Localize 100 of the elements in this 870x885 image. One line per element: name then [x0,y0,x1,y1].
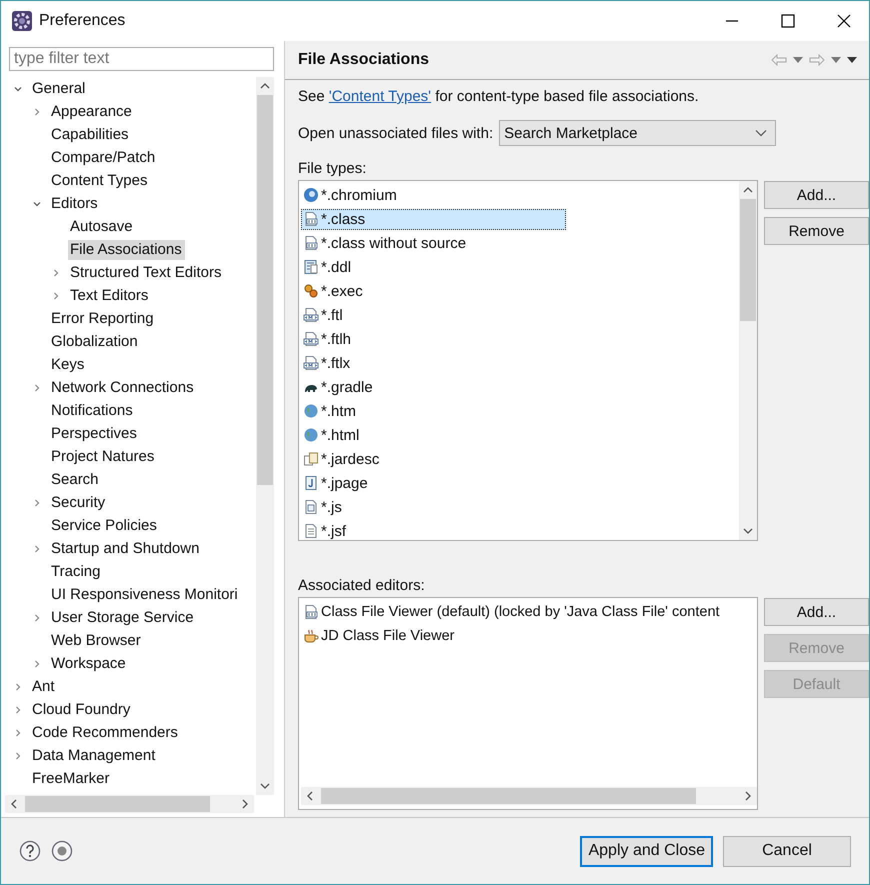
globe-icon [303,187,319,203]
tree-item[interactable]: Editors [49,194,101,214]
tree-item[interactable]: Notifications [49,400,136,420]
editor-item[interactable]: JD Class File Viewer [301,626,456,646]
binary-file-icon [303,604,319,620]
expand-chevron-icon[interactable] [32,544,42,554]
expand-chevron-icon[interactable] [32,498,42,508]
file-type-item[interactable]: *.jardesc [301,448,392,470]
file-type-item[interactable]: *.gradle [301,376,386,398]
forward-arrow-icon[interactable] [809,54,825,66]
associated-editors-label: Associated editors: [298,577,426,596]
dialog-button[interactable]: Cancel [723,836,851,866]
template-file-icon [303,355,319,371]
chevron-down-icon [755,129,768,137]
tree-item[interactable]: Keys [49,354,88,374]
dialog-button[interactable]: Apply and Close [580,836,713,866]
tree-item[interactable]: Tracing [49,562,104,582]
tree-item[interactable]: Text Editors [68,286,152,306]
file-type-button[interactable]: Remove [764,217,869,245]
tree-item[interactable]: Compare/Patch [49,148,158,168]
tree-item[interactable]: User Storage Service [49,608,197,628]
tree-item[interactable]: UI Responsiveness Monitori [49,584,241,604]
expand-chevron-icon[interactable] [51,290,61,300]
tree-item[interactable]: Project Natures [49,446,158,466]
tree-item[interactable]: Data Management [30,746,158,766]
template-file-icon [303,331,319,347]
tree-item[interactable]: Cloud Foundry [30,700,134,720]
tree-item[interactable]: Structured Text Editors [68,262,224,282]
file-type-item[interactable]: *.ftlh [301,328,364,350]
file-type-item[interactable]: *.htm [301,400,370,422]
window-title: Preferences [39,12,126,30]
scrollbar[interactable] [739,181,757,540]
file-type-item[interactable]: *.ftl [301,304,356,326]
file-type-button[interactable]: Add... [764,181,869,209]
tree-item[interactable]: Capabilities [49,124,132,144]
page-title: File Associations [298,51,429,69]
scrollbar[interactable] [301,787,757,805]
open-with-dropdown[interactable]: Search Marketplace [499,120,776,146]
file-type-item[interactable]: *.ddl [301,256,364,278]
scrollbar[interactable] [256,77,274,795]
tree-item[interactable]: Startup and Shutdown [49,538,202,558]
file-type-item[interactable]: *.exec [301,280,376,302]
expand-chevron-icon[interactable] [32,612,42,622]
maximize-icon[interactable] [781,14,795,28]
tree-item[interactable]: Ant [30,676,58,696]
expand-chevron-icon[interactable] [32,658,42,668]
binary-file-icon [303,211,319,227]
file-type-item[interactable]: *.class without source [301,232,480,254]
expand-chevron-icon[interactable] [13,728,23,738]
tree-item[interactable]: Security [49,492,108,512]
package-file-icon [303,451,319,467]
expand-chevron-icon[interactable] [51,268,61,278]
tree-item[interactable]: Error Reporting [49,308,157,328]
expand-chevron-icon[interactable] [32,106,42,116]
file-type-item[interactable]: *.class [301,208,566,230]
expand-chevron-icon[interactable] [13,750,23,760]
file-types-label: File types: [298,160,368,179]
dropdown-caret-icon[interactable] [831,57,841,63]
back-arrow-icon[interactable] [771,54,787,66]
file-type-item[interactable]: *.html [301,424,372,446]
editor-item[interactable]: Class File Viewer (default) (locked by 'Java Class File' content [301,602,721,622]
tree-item[interactable]: Globalization [49,332,141,352]
help-icon[interactable] [19,840,41,862]
tree-item[interactable]: Perspectives [49,424,140,444]
tree-item[interactable]: Autosave [68,216,136,236]
cup-icon [303,628,319,644]
tree-item[interactable]: Appearance [49,102,135,122]
open-with-label: Open unassociated files with: [298,124,494,142]
intro-text: See [298,88,326,105]
content-types-link[interactable]: 'Content Types' [328,88,432,105]
dropdown-caret-icon[interactable] [793,57,803,63]
tree-item[interactable]: FreeMarker [30,768,113,788]
tree-item[interactable]: Search [49,470,102,490]
tree-item[interactable]: Content Types [49,170,150,190]
editor-button[interactable]: Add... [764,598,869,626]
record-icon[interactable] [51,840,73,862]
expand-chevron-icon[interactable] [13,682,23,692]
file-type-item[interactable]: *.jpage [301,472,381,494]
file-type-item[interactable]: *.js [301,496,355,518]
file-type-item[interactable]: *.jsf [301,520,360,540]
tree-item[interactable]: Code Recommenders [30,722,181,742]
filter-field[interactable]: type filter text [9,47,274,71]
close-icon[interactable] [837,14,851,28]
expand-chevron-icon[interactable] [13,704,23,714]
tree-item[interactable]: File Associations [68,240,185,260]
expand-chevron-icon[interactable] [32,382,42,392]
table-file-icon [303,259,319,275]
tree-item[interactable]: Workspace [49,654,129,674]
binary-file-icon [303,235,319,251]
menu-caret-icon[interactable] [847,57,857,63]
file-type-item[interactable]: *.chromium [301,184,410,206]
file-type-item[interactable]: *.ftlx [301,352,364,374]
tree-item[interactable]: Web Browser [49,630,144,650]
tree-item[interactable]: Service Policies [49,516,160,536]
scrollbar[interactable] [5,795,254,813]
globe-icon [303,427,319,443]
template-file-icon [303,307,319,323]
tree-item[interactable]: Network Connections [49,378,197,398]
gears-icon [303,283,319,299]
tree-item[interactable]: General [30,78,88,98]
